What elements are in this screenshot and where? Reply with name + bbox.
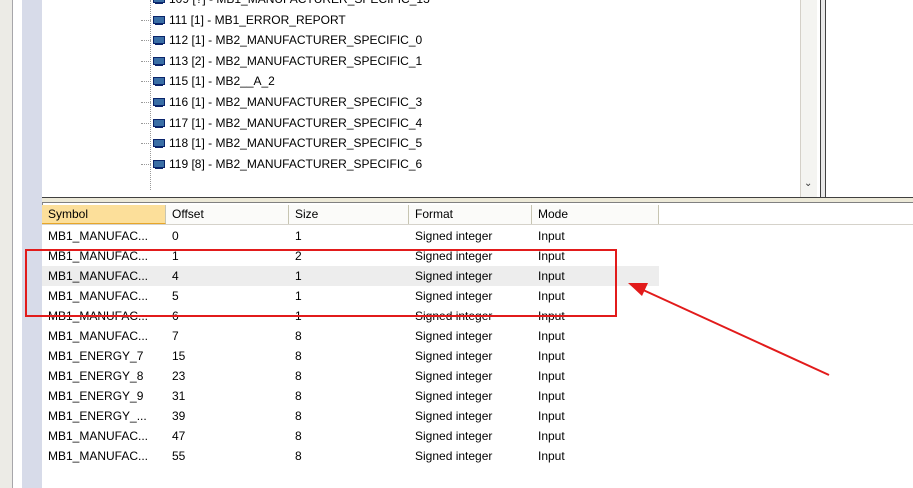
column-header-format[interactable]: Format: [409, 205, 532, 224]
table-row[interactable]: MB1_MANUFAC... 55 8 Signed integer Input: [42, 446, 659, 466]
cell-symbol: MB1_ENERGY_8: [48, 369, 144, 383]
cell-size: 1: [295, 229, 302, 243]
table-row[interactable]: MB1_MANUFAC... 47 8 Signed integer Input: [42, 426, 659, 446]
table-row[interactable]: MB1_MANUFAC... 0 1 Signed integer Input: [42, 226, 659, 246]
monitor-icon: [153, 36, 165, 46]
cell-format: Signed integer: [415, 429, 493, 443]
column-header-symbol[interactable]: Symbol: [42, 205, 166, 224]
scroll-down-icon[interactable]: ⌄: [804, 178, 812, 189]
cell-symbol: MB1_MANUFAC...: [48, 429, 149, 443]
table-row[interactable]: MB1_ENERGY_7 15 8 Signed integer Input: [42, 346, 659, 366]
cell-size: 8: [295, 389, 302, 403]
cell-offset: 31: [172, 389, 186, 403]
list-header: Symbol Offset Size Format Mode: [42, 205, 913, 225]
cell-offset: 0: [172, 229, 179, 243]
tree-item-label: 113 [2] - MB2_MANUFACTURER_SPECIFIC_1: [169, 53, 423, 68]
monitor-icon: [153, 118, 165, 128]
tree-connector-line: [150, 0, 151, 190]
tree-item-label: 112 [1] - MB2_MANUFACTURER_SPECIFIC_0: [169, 33, 423, 48]
monitor-icon: [153, 0, 165, 4]
cell-size: 8: [295, 369, 302, 383]
tree-branch-line: [141, 122, 151, 124]
cell-mode: Input: [538, 229, 565, 243]
cell-mode: Input: [538, 409, 565, 423]
cell-format: Signed integer: [415, 229, 493, 243]
tree-view[interactable]: 109 [?] - MB1_MANUFACTURER_SPECIFIC_13 11…: [42, 0, 820, 198]
cell-mode: Input: [538, 349, 565, 363]
symbol-list-view[interactable]: Symbol Offset Size Format Mode MB1_MANUF…: [42, 205, 913, 488]
tree-item-label: 118 [1] - MB2_MANUFACTURER_SPECIFIC_5: [169, 136, 423, 151]
cell-symbol: MB1_MANUFAC...: [48, 229, 149, 243]
left-gutter: [0, 0, 13, 488]
cell-offset: 15: [172, 349, 186, 363]
tree-branch-line: [141, 163, 151, 165]
column-header-offset[interactable]: Offset: [166, 205, 289, 224]
table-row[interactable]: MB1_ENERGY_8 23 8 Signed integer Input: [42, 366, 659, 386]
column-header-size[interactable]: Size: [289, 205, 409, 224]
tree-branch-line: [141, 102, 151, 103]
cell-size: 8: [295, 449, 302, 463]
monitor-icon: [153, 139, 165, 149]
monitor-icon: [153, 98, 165, 107]
cell-mode: Input: [538, 429, 565, 443]
cell-offset: 55: [172, 449, 186, 463]
tree-item-label: 109 [?] - MB1_MANUFACTURER_SPECIFIC_13: [169, 0, 430, 8]
cell-symbol: MB1_ENERGY_9: [48, 389, 144, 403]
cell-offset: 7: [172, 329, 179, 343]
cell-size: 8: [295, 349, 302, 363]
cell-format: Signed integer: [415, 349, 493, 363]
table-row[interactable]: MB1_ENERGY_... 39 8 Signed integer Input: [42, 406, 659, 426]
cell-format: Signed integer: [415, 329, 493, 343]
horizontal-splitter[interactable]: [42, 197, 913, 203]
tree-vertical-scrollbar[interactable]: ⌄: [800, 0, 817, 197]
left-panel-edge: [22, 0, 43, 488]
highlight-box: [25, 249, 617, 317]
table-row[interactable]: MB1_MANUFAC... 7 8 Signed integer Input: [42, 326, 659, 346]
cell-mode: Input: [538, 329, 565, 343]
monitor-icon: [153, 15, 165, 25]
pane-divider[interactable]: [820, 0, 826, 200]
tree-branch-line: [141, 81, 151, 83]
tree-item-label: 117 [1] - MB2_MANUFACTURER_SPECIFIC_4: [169, 115, 423, 130]
cell-symbol: MB1_MANUFAC...: [48, 449, 149, 463]
monitor-icon: [153, 56, 165, 66]
monitor-icon: [153, 77, 165, 87]
tree-branch-line: [141, 19, 151, 21]
cell-mode: Input: [538, 369, 565, 383]
cell-mode: Input: [538, 449, 565, 463]
cell-format: Signed integer: [415, 389, 493, 403]
cell-offset: 39: [172, 409, 186, 423]
column-header-mode[interactable]: Mode: [532, 205, 659, 224]
tree-branch-line: [141, 60, 151, 62]
cell-offset: 23: [172, 369, 186, 383]
cell-symbol: MB1_ENERGY_...: [48, 409, 147, 423]
cell-format: Signed integer: [415, 449, 493, 463]
cell-format: Signed integer: [415, 409, 493, 423]
cell-symbol: MB1_ENERGY_7: [48, 349, 144, 363]
cell-size: 8: [295, 409, 302, 423]
tree-item-label: 116 [1] - MB2_MANUFACTURER_SPECIFIC_3: [169, 95, 423, 109]
tree-item-label: 119 [8] - MB2_MANUFACTURER_SPECIFIC_6: [169, 156, 423, 171]
cell-format: Signed integer: [415, 369, 493, 383]
cell-size: 8: [295, 429, 302, 443]
tree-item-label: 111 [1] - MB1_ERROR_REPORT: [169, 12, 346, 27]
tree-branch-line: [141, 40, 151, 42]
monitor-icon: [153, 159, 165, 169]
tree-item-label: 115 [1] - MB2__A_2: [169, 74, 275, 89]
table-row[interactable]: MB1_ENERGY_9 31 8 Signed integer Input: [42, 386, 659, 406]
cell-offset: 47: [172, 429, 186, 443]
cell-symbol: MB1_MANUFAC...: [48, 329, 149, 343]
tree-branch-line: [141, 143, 151, 145]
cell-size: 8: [295, 329, 302, 343]
cell-mode: Input: [538, 389, 565, 403]
